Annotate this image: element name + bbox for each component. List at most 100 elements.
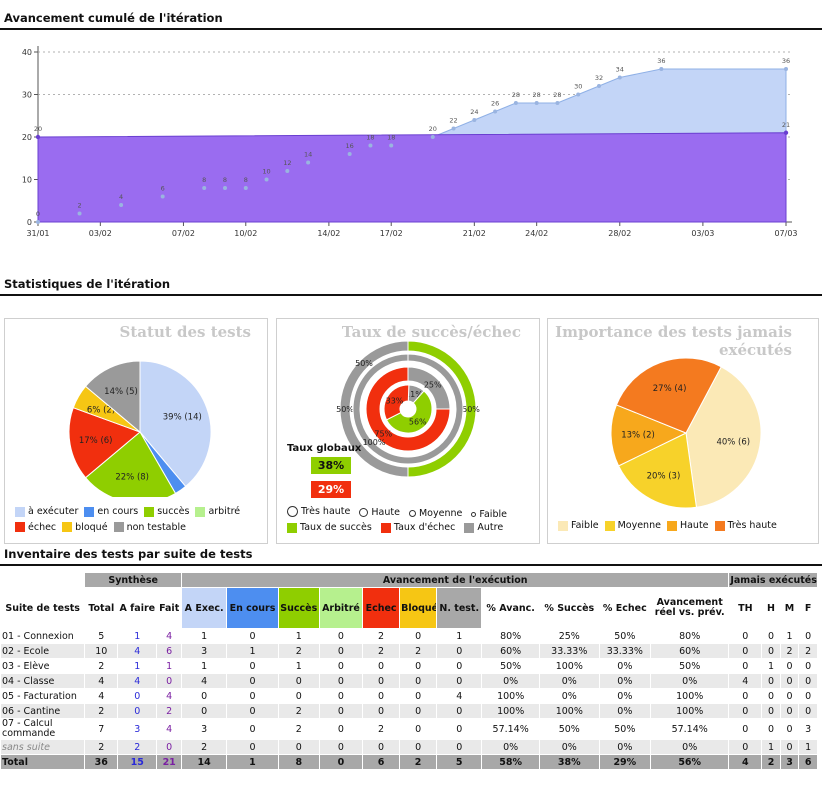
table-cell: 2 — [277, 718, 320, 740]
table-cell: 0 — [399, 739, 438, 755]
table-row: sans suite 2 2 0 2 0 0 0 0 0 0 0% 0% 0% 0% 0 1 0 1 — [0, 739, 818, 755]
x-tick-label: 24/02 — [525, 229, 548, 238]
success-legend: Très haute Haute Moyenne Faible Taux de … — [287, 505, 532, 537]
table-cell: 0% — [598, 673, 652, 689]
column-header: Avancement réel vs. prév. — [650, 587, 730, 629]
legend-item: à exécuter — [15, 505, 78, 518]
legend-swatch — [15, 506, 25, 517]
legend-item: succès — [144, 505, 189, 518]
y-tick-label: 30 — [22, 91, 32, 100]
table-cell: 1 — [117, 658, 158, 674]
actual-point-label: 6 — [161, 185, 165, 193]
ring-size-icon — [471, 512, 477, 517]
table-cell: 0 — [181, 703, 228, 719]
table-cell: 0 — [728, 643, 763, 659]
ring-size-icon — [359, 508, 369, 517]
actual-point-label: 22 — [449, 117, 457, 125]
table-cell: 1 — [436, 628, 483, 644]
legend-swatch — [195, 506, 206, 517]
table-cell: 2 — [277, 643, 320, 659]
table-cell: 0 — [117, 703, 158, 719]
legend-item: Moyenne — [408, 507, 462, 520]
table-cell: 0 — [318, 658, 364, 674]
table-cell: 0% — [481, 673, 540, 689]
table-cell: 06 - Cantine — [0, 703, 86, 719]
ring-segment-label: 50% — [462, 405, 480, 414]
table-cell: 4 — [156, 718, 183, 740]
table-cell: 4 — [117, 673, 158, 689]
legend-swatch — [666, 520, 677, 531]
table-cell: 60% — [650, 643, 730, 659]
table-cell: 0 — [362, 739, 401, 755]
actual-point — [389, 143, 394, 148]
column-header: M — [779, 587, 800, 629]
legend-swatch — [62, 522, 73, 532]
actual-point-label: 2 — [77, 202, 81, 210]
legend-item: Faible — [471, 508, 507, 521]
table-cell: 0 — [117, 688, 158, 704]
table-cell: 0 — [761, 628, 781, 644]
table-cell: sans suite — [0, 739, 86, 755]
table-cell: 0 — [318, 643, 364, 659]
actual-point — [36, 220, 40, 224]
legend-item: non testable — [113, 521, 186, 534]
table-cell: 0 — [318, 628, 364, 644]
legend-item: en cours — [84, 505, 138, 518]
column-header: H — [761, 587, 781, 629]
ring-segment-label: 56% — [409, 418, 427, 427]
column-header: Total — [84, 587, 119, 629]
planned-point — [35, 134, 41, 140]
table-cell: 0 — [728, 658, 763, 674]
actual-point — [617, 75, 622, 80]
table-cell: 0 — [436, 673, 483, 689]
legend-swatch — [15, 522, 25, 532]
actual-point — [347, 152, 352, 156]
table-cell: 25% — [538, 628, 600, 644]
actual-point — [264, 177, 269, 182]
legend-item: Taux de succès — [287, 521, 372, 534]
table-cell: 2 — [117, 739, 158, 755]
actual-point-label: 32 — [595, 74, 603, 82]
pie-slice-label: 20% (3) — [647, 471, 681, 481]
legend-item: Très haute — [287, 505, 350, 518]
table-cell: 0 — [226, 673, 279, 689]
x-tick-label: 28/02 — [608, 229, 631, 238]
actual-point-label: 34 — [616, 66, 624, 74]
table-cell: 2 — [181, 739, 228, 755]
table-cell: 33.33% — [538, 643, 600, 659]
table-cell: 58% — [481, 754, 540, 770]
pie-slice-label: 27% (4) — [653, 384, 687, 394]
table-cell: 100% — [650, 688, 730, 704]
column-header: Succès — [277, 587, 320, 629]
table-cell: 0 — [779, 718, 800, 740]
table-cell: 0 — [277, 673, 320, 689]
table-cell: 4 — [181, 673, 228, 689]
legend-label: Taux de succès — [300, 522, 372, 533]
planned-point-label: 20 — [34, 125, 42, 133]
actual-point-label: 14 — [304, 151, 312, 159]
column-header: % Echec — [598, 587, 652, 629]
table-cell: 2 — [156, 703, 183, 719]
table-cell: 0% — [650, 673, 730, 689]
status-pie-chart: 39% (14)22% (8)17% (6)6% (2)14% (5) — [68, 360, 212, 497]
actual-point-label: 36 — [657, 57, 665, 65]
table-cell: 0 — [362, 688, 401, 704]
table-cell: 0 — [728, 703, 763, 719]
ring-center — [401, 402, 415, 416]
legend-label: Autre — [477, 522, 504, 533]
table-cell: 56% — [650, 754, 730, 770]
table-cell: 0 — [761, 643, 781, 659]
table-cell: 07 - Calcul commande — [0, 718, 86, 740]
group-header-execution: Avancement de l'exécution — [181, 572, 730, 588]
table-cell: 0 — [156, 673, 183, 689]
table-cell: 0 — [226, 718, 279, 740]
actual-point-label: 8 — [202, 176, 206, 184]
actual-point-label: 0 — [36, 210, 40, 218]
table-cell: 0 — [226, 739, 279, 755]
legend-item: bloqué — [62, 521, 108, 534]
inventory-section-title: Inventaire des tests par suite de tests — [4, 547, 253, 561]
table-cell: 0 — [399, 718, 438, 740]
actual-point-label: 10 — [262, 168, 270, 176]
ring-outer-label: 50% — [355, 359, 373, 368]
table-cell: 0 — [226, 628, 279, 644]
